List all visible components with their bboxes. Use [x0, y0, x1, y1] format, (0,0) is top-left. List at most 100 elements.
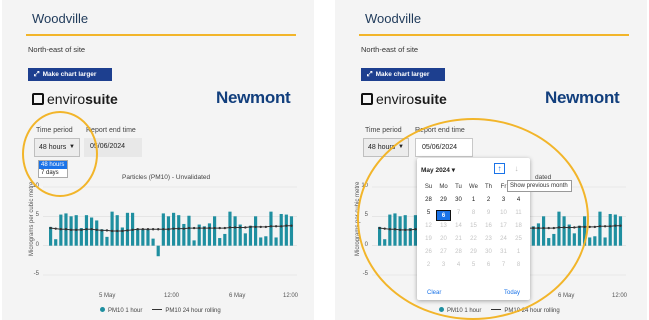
calendar-day[interactable]: 16	[481, 223, 496, 229]
calendar-day[interactable]: 27	[436, 249, 451, 255]
calendar-day[interactable]: 28	[421, 197, 436, 203]
calendar-day[interactable]: 3	[496, 197, 511, 203]
calendar-day[interactable]: 5	[466, 262, 481, 268]
month-year-selector[interactable]: May 2024 ▾	[421, 166, 455, 174]
calendar-day[interactable]: 29	[436, 197, 451, 203]
calendar-day[interactable]: 6	[481, 262, 496, 268]
envirosuite-mark-icon	[32, 93, 44, 105]
make-chart-larger-button[interactable]: ⤢ Make chart larger	[361, 68, 445, 81]
pm10-24h-point	[95, 228, 98, 232]
title-underline	[359, 34, 629, 36]
previous-month-tooltip: Show previous month	[507, 180, 572, 192]
y-tick-label: 5	[364, 212, 368, 219]
pm10-1h-bar	[378, 226, 382, 246]
pm10-24h-legend-marker	[152, 308, 163, 310]
calendar-day[interactable]: 3	[436, 262, 451, 268]
y-tick-label: -5	[362, 271, 368, 277]
pm10-24h-point	[233, 226, 237, 229]
calendar-day[interactable]: 23	[481, 236, 496, 242]
report-end-input[interactable]: 05/06/2024	[415, 138, 473, 157]
calendar-day[interactable]: 21	[451, 236, 466, 242]
make-chart-larger-button[interactable]: ⤢ Make chart larger	[28, 68, 112, 81]
pm10-24h-point	[90, 228, 93, 231]
calendar-day[interactable]: 24	[496, 236, 511, 242]
pm10-1h-bar	[593, 236, 597, 246]
pm10-24h-point	[269, 225, 273, 228]
pm10-24h-point	[249, 225, 252, 229]
calendar-day[interactable]: 28	[451, 249, 466, 255]
pm10-24h-point	[182, 227, 186, 230]
calendar-day[interactable]: 13	[436, 223, 451, 229]
pm10-24h-point	[69, 228, 73, 232]
calendar-day[interactable]: 2	[481, 197, 496, 203]
calendar-day[interactable]: 26	[421, 249, 436, 255]
calendar-day[interactable]: 8	[511, 262, 526, 268]
pm10-1h-bar	[49, 226, 53, 246]
calendar-day[interactable]: 2	[421, 262, 436, 268]
time-period-select[interactable]: 48 hours ▼	[363, 138, 409, 157]
calendar-day[interactable]: 19	[421, 236, 436, 242]
calendar-day[interactable]: 1	[466, 197, 481, 203]
pm10-1h-bar	[218, 238, 222, 246]
pm10-1h-bar	[54, 239, 58, 246]
calendar-day[interactable]: 8	[466, 210, 481, 216]
pm10-24h-point	[285, 224, 288, 227]
pm10-1h-bar	[284, 214, 288, 246]
x-tick-label: 6 May	[558, 293, 575, 299]
pm10-1h-bar	[151, 238, 155, 246]
calendar-day[interactable]: 15	[466, 223, 481, 229]
calendar-day[interactable]: 6	[436, 210, 451, 221]
arrow-up-icon[interactable]: ↑	[494, 163, 505, 174]
weekday-header: Th	[484, 184, 492, 190]
pm10-24h-point	[542, 226, 545, 230]
calendar-day[interactable]: 14	[451, 223, 466, 229]
report-end-input[interactable]: 05/06/2024	[84, 138, 142, 157]
title-underline	[26, 34, 296, 36]
pm10-24h-point	[588, 225, 591, 229]
pm10-24h-point	[614, 224, 617, 227]
calendar-day[interactable]: 31	[496, 249, 511, 255]
calendar-day[interactable]: 12	[421, 223, 436, 229]
legend-pm10-24h: PM10 24 hour rolling	[504, 308, 560, 314]
clear-button[interactable]: Clear	[427, 290, 441, 296]
calendar-day[interactable]: 20	[436, 236, 451, 242]
pm10-24h-point	[198, 226, 201, 230]
make-chart-larger-label: Make chart larger	[375, 70, 430, 78]
logo-text: enviro	[376, 91, 415, 107]
calendar-day[interactable]: 18	[511, 223, 526, 229]
month-caret-icon: ▾	[451, 167, 455, 174]
calendar-day[interactable]: 22	[466, 236, 481, 242]
pm10-24h-point	[213, 226, 216, 230]
calendar-day[interactable]: 10	[496, 210, 511, 216]
pm10-24h-point	[228, 226, 232, 229]
calendar-day[interactable]: 7	[496, 262, 511, 268]
calendar-day[interactable]: 4	[451, 262, 466, 268]
calendar-day[interactable]: 25	[511, 236, 526, 242]
pm10-24h-point	[619, 224, 622, 227]
calendar-day[interactable]: 17	[496, 223, 511, 229]
today-button[interactable]: Today	[504, 290, 520, 296]
calendar-day[interactable]: 29	[466, 249, 481, 255]
time-period-select[interactable]: 48 hours ▼	[34, 138, 80, 157]
pm10-1h-bar	[100, 229, 104, 246]
calendar-day[interactable]: 1	[511, 249, 526, 255]
calendar-day[interactable]: 9	[481, 210, 496, 216]
calendar-day[interactable]: 5	[421, 210, 436, 216]
pm10-1h-bar	[248, 225, 253, 246]
pm10-24h-point	[223, 226, 227, 230]
pm10-24h-point	[598, 225, 602, 228]
calendar-day[interactable]: 7	[451, 210, 466, 216]
calendar-day[interactable]: 30	[451, 197, 466, 203]
arrow-down-icon[interactable]: ↓	[511, 163, 522, 174]
calendar-day[interactable]: 11	[511, 210, 526, 216]
envirosuite-logo: envirosuite	[32, 91, 118, 107]
pm10-1h-bar	[254, 216, 258, 246]
weekday-header: Tu	[455, 184, 462, 190]
pm10-24h-point	[378, 226, 381, 230]
option-48-hours[interactable]: 48 hours	[39, 161, 67, 169]
chart-legend: PM10 1 hour PM10 24 hour rolling	[100, 307, 221, 314]
pm10-1h-bar	[105, 236, 109, 246]
pm10-24h-point	[218, 226, 221, 230]
calendar-day[interactable]: 30	[481, 249, 496, 255]
calendar-day[interactable]: 4	[511, 197, 526, 203]
